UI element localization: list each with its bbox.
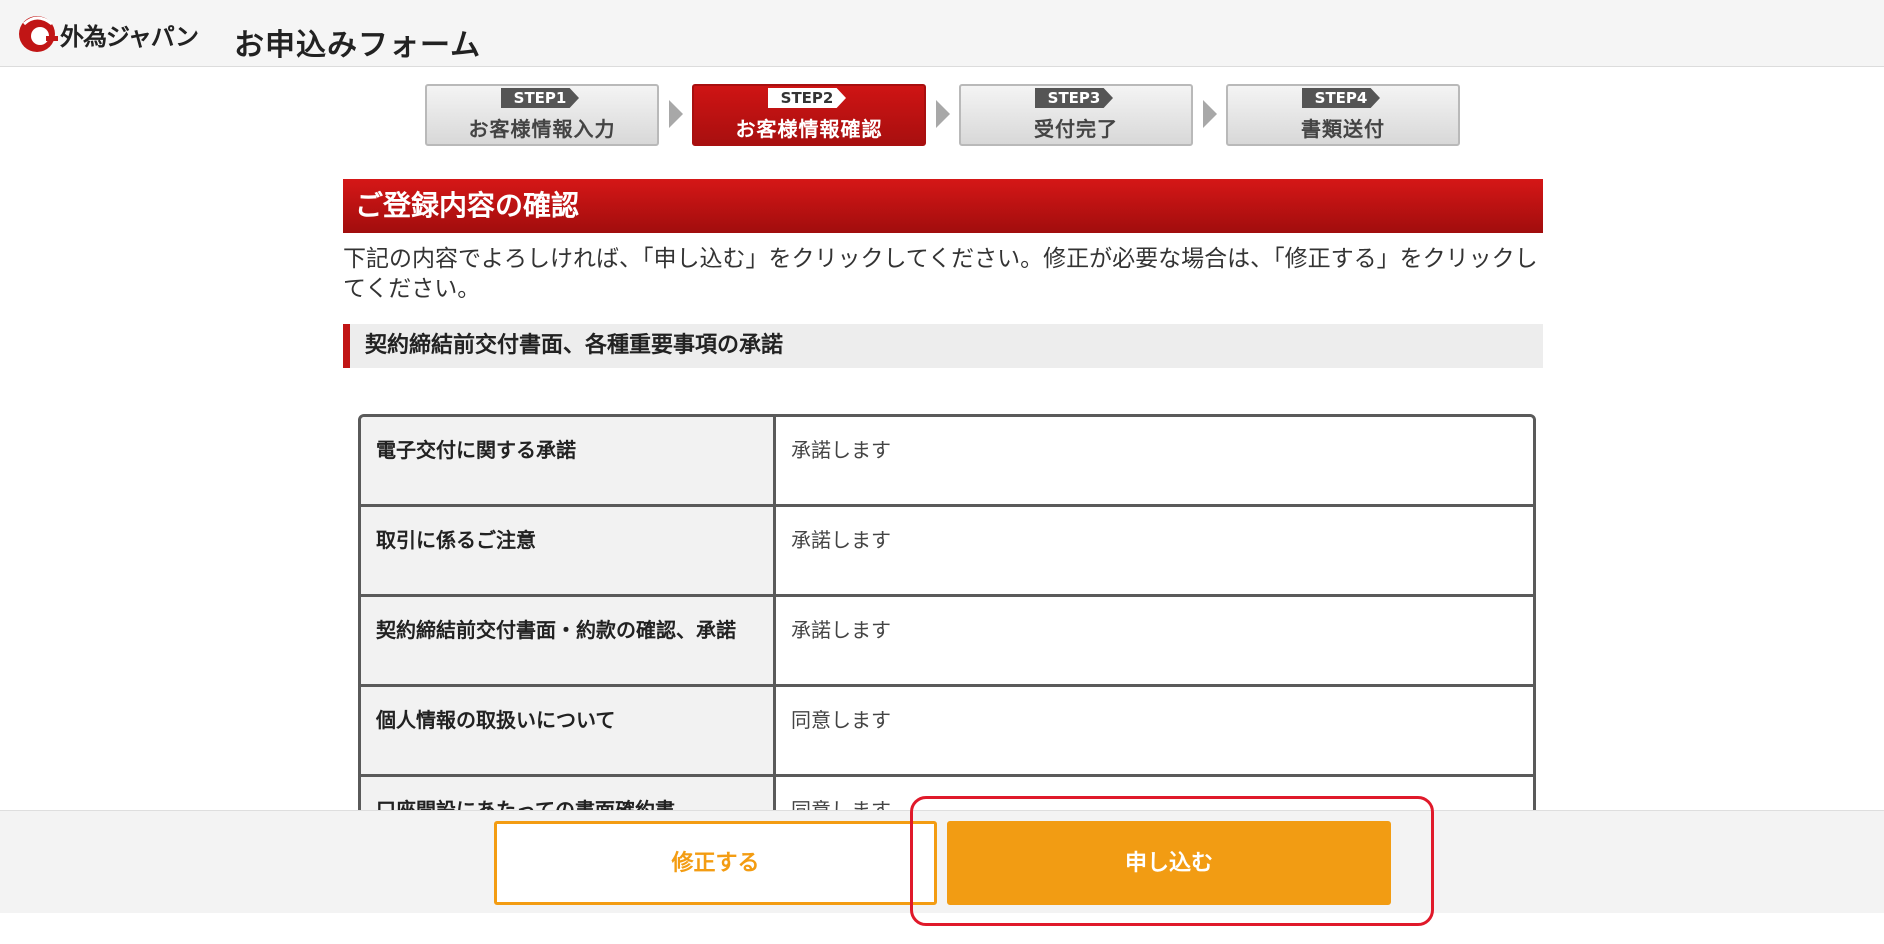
row-label: 電子交付に関する承諾 xyxy=(361,417,776,507)
step-3-tag: STEP3 xyxy=(1035,88,1113,108)
subsection-title: 契約締結前交付書面、各種重要事項の承諾 xyxy=(343,324,1543,368)
step-1-tag: STEP1 xyxy=(501,88,579,108)
table-row: 個人情報の取扱いについて 同意します xyxy=(361,687,1533,777)
step-4-tag: STEP4 xyxy=(1302,88,1380,108)
site-header: 外為ジャパン お申込みフォーム xyxy=(0,0,1884,67)
step-arrow-icon xyxy=(936,100,950,128)
row-value: 承諾します xyxy=(776,597,1533,687)
apply-button[interactable]: 申し込む xyxy=(947,821,1391,905)
table-row: 口座開設にあたっての書面確約書 同意します xyxy=(361,777,1533,810)
row-label: 個人情報の取扱いについて xyxy=(361,687,776,777)
row-label: 口座開設にあたっての書面確約書 xyxy=(361,777,776,810)
step-1-label: お客様情報入力 xyxy=(468,117,616,141)
confirmation-table: 電子交付に関する承諾 承諾します 取引に係るご注意 承諾します 契約締結前交付書… xyxy=(358,414,1536,810)
step-2-current: STEP2 お客様情報確認 xyxy=(692,84,926,146)
step-4: STEP4 書類送付 xyxy=(1226,84,1460,146)
row-value: 承諾します xyxy=(776,507,1533,597)
row-value: 承諾します xyxy=(776,417,1533,507)
table-row: 契約締結前交付書面・約款の確認、承諾 承諾します xyxy=(361,597,1533,687)
action-bar: 修正する 申し込む xyxy=(0,810,1884,913)
page-title: お申込みフォーム xyxy=(234,28,482,63)
instructions-text: 下記の内容でよろしければ、「申し込む」をクリックしてください。修正が必要な場合は… xyxy=(343,246,1538,302)
row-label: 取引に係るご注意 xyxy=(361,507,776,597)
step-arrow-icon xyxy=(669,100,683,128)
row-label: 契約締結前交付書面・約款の確認、承諾 xyxy=(361,597,776,687)
step-3-label: 受付完了 xyxy=(1034,117,1118,141)
table-row: 取引に係るご注意 承諾します xyxy=(361,507,1533,597)
step-3: STEP3 受付完了 xyxy=(959,84,1193,146)
step-1: STEP1 お客様情報入力 xyxy=(425,84,659,146)
brand-logo[interactable]: 外為ジャパン xyxy=(16,14,199,54)
modify-button[interactable]: 修正する xyxy=(494,821,937,905)
step-arrow-icon xyxy=(1203,100,1217,128)
confirmation-table-viewport[interactable]: 電子交付に関する承諾 承諾します 取引に係るご注意 承諾します 契約締結前交付書… xyxy=(358,414,1536,810)
row-value: 同意します xyxy=(776,777,1533,810)
section-title: ご登録内容の確認 xyxy=(343,179,1543,233)
step-4-label: 書類送付 xyxy=(1301,117,1385,141)
row-value: 同意します xyxy=(776,687,1533,777)
step-2-tag: STEP2 xyxy=(768,88,846,108)
logo-text: 外為ジャパン xyxy=(60,22,199,51)
logo-icon xyxy=(19,16,58,52)
table-row: 電子交付に関する承諾 承諾します xyxy=(361,417,1533,507)
step-2-label: お客様情報確認 xyxy=(735,117,883,141)
